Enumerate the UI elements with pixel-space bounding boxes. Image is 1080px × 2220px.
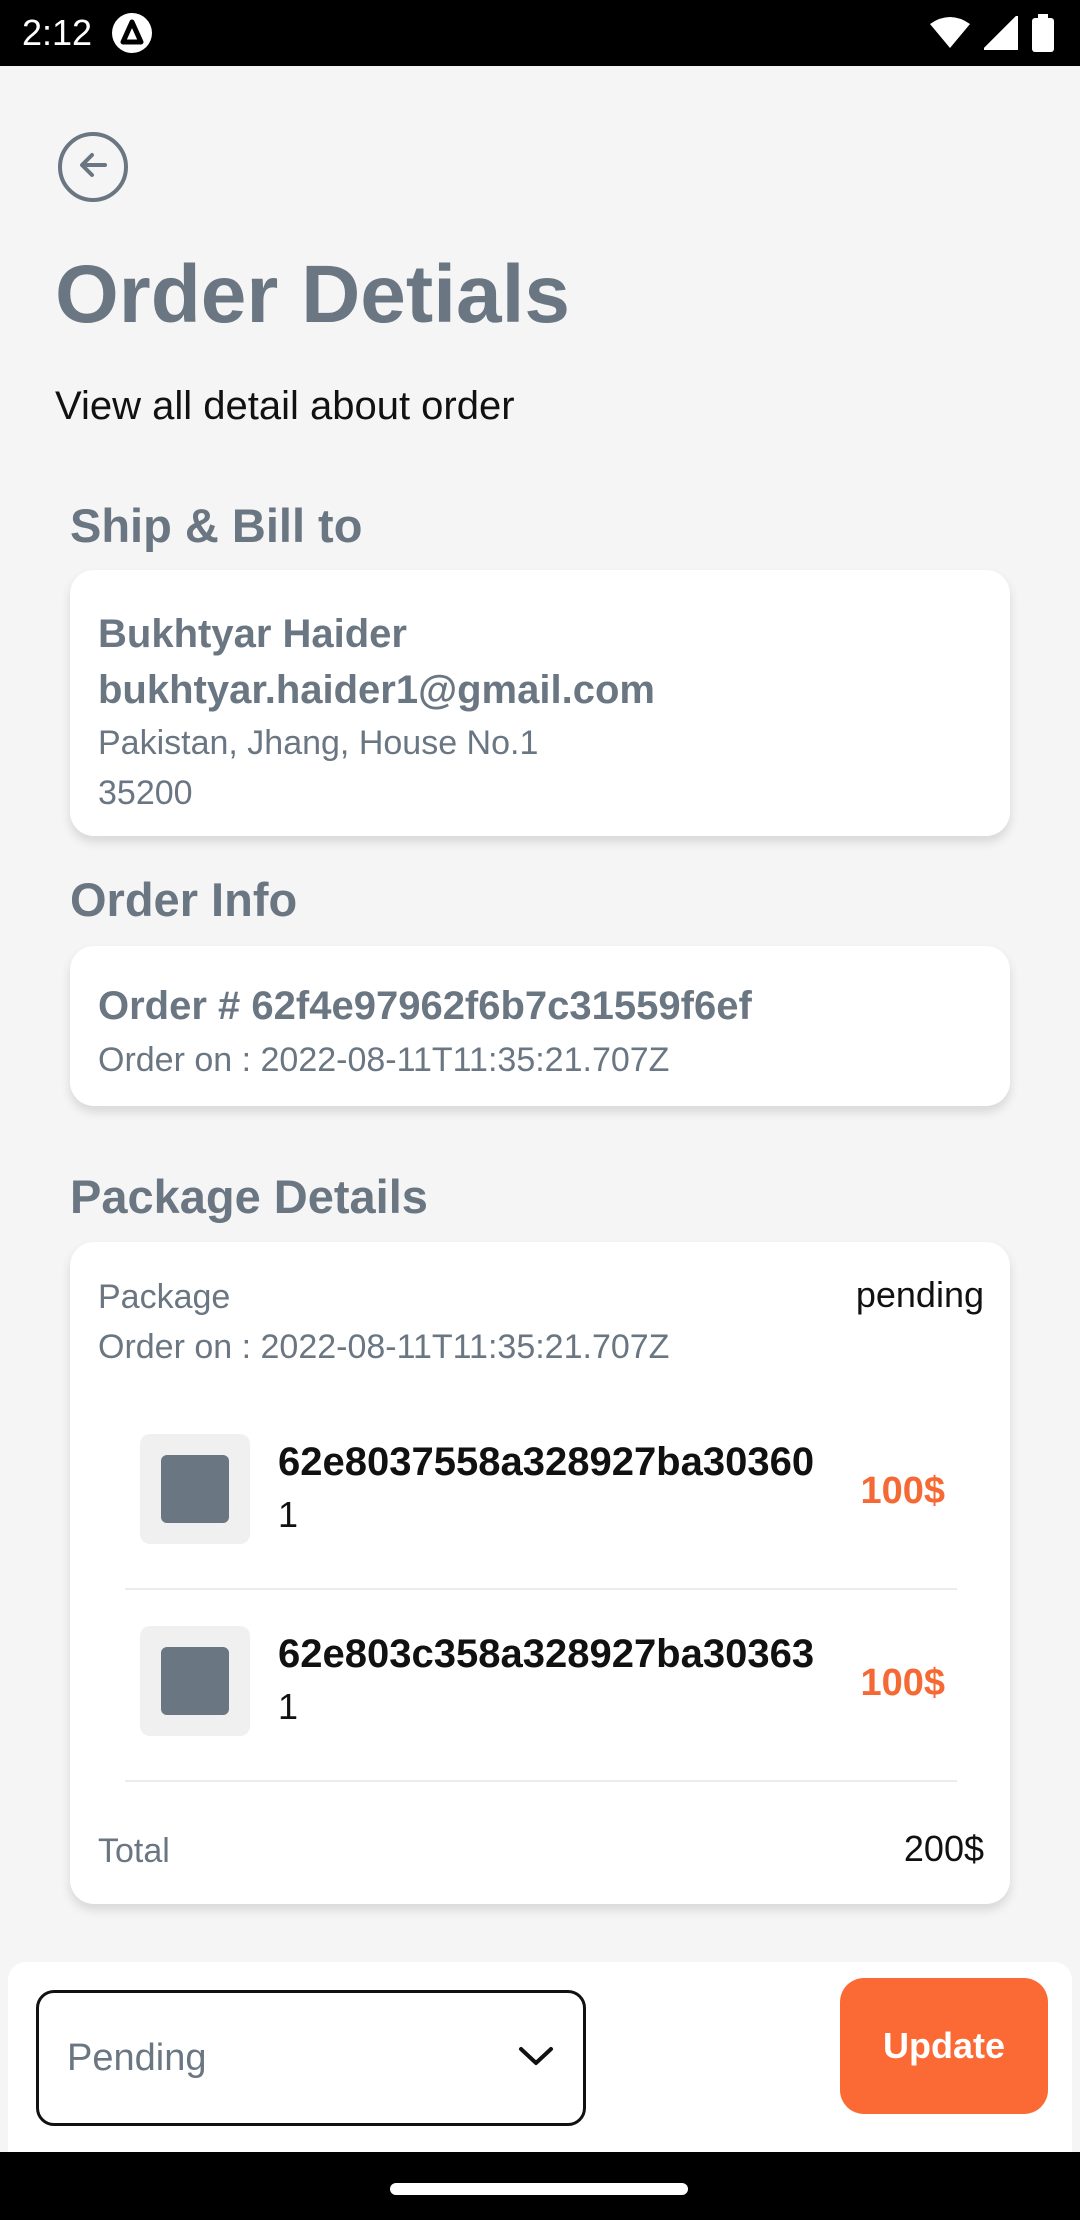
package-card: Package pending Order on : 2022-08-11T11… <box>70 1242 1010 1904</box>
signal-icon <box>981 13 1019 55</box>
page-subtitle: View all detail about order <box>55 384 515 428</box>
package-section-title: Package Details <box>70 1170 428 1223</box>
order-info-card: Order # 62f4e97962f6b7c31559f6ef Order o… <box>70 946 1010 1106</box>
item-quantity: 1 <box>278 1494 299 1535</box>
order-info-section-title: Order Info <box>70 873 298 926</box>
package-order-date: Order on : 2022-08-11T11:35:21.707Z <box>98 1328 670 1366</box>
home-gesture-handle[interactable] <box>390 2183 688 2195</box>
total-value: 200$ <box>903 1828 984 1869</box>
status-time: 2:12 <box>22 12 93 53</box>
status-dropdown[interactable]: Pending <box>36 1990 586 2126</box>
status-dropdown-value: Pending <box>67 2036 207 2079</box>
customer-postal-code: 35200 <box>98 774 193 812</box>
ship-bill-section-title: Ship & Bill to <box>70 499 363 552</box>
package-item[interactable]: 62e803c358a328927ba30363 1 100$ <box>125 1590 957 1782</box>
status-bar: 2:12 <box>0 0 1080 66</box>
total-label: Total <box>98 1832 170 1870</box>
bottom-action-bar: Pending Update <box>8 1962 1072 2152</box>
item-quantity: 1 <box>278 1686 299 1727</box>
item-price: 100$ <box>860 1470 945 1512</box>
item-price: 100$ <box>860 1662 945 1704</box>
app-notification-icon <box>112 13 152 53</box>
package-status: pending <box>855 1274 984 1315</box>
image-placeholder-icon <box>161 1647 229 1715</box>
chevron-down-icon <box>517 2044 555 2073</box>
customer-address: Pakistan, Jhang, House No.1 <box>98 724 539 762</box>
arrow-left-icon <box>73 145 113 190</box>
battery-icon <box>1032 14 1054 57</box>
item-thumbnail <box>140 1434 250 1544</box>
item-thumbnail <box>140 1626 250 1736</box>
update-button[interactable]: Update <box>840 1978 1048 2114</box>
item-id: 62e803c358a328927ba30363 <box>278 1632 815 1676</box>
order-id: Order # 62f4e97962f6b7c31559f6ef <box>98 984 752 1028</box>
back-button[interactable] <box>58 132 128 202</box>
package-label: Package <box>98 1278 231 1316</box>
item-id: 62e8037558a328927ba30360 <box>278 1440 815 1484</box>
order-date: Order on : 2022-08-11T11:35:21.707Z <box>98 1041 670 1079</box>
ship-bill-card: Bukhtyar Haider bukhtyar.haider1@gmail.c… <box>70 570 1010 836</box>
customer-name: Bukhtyar Haider <box>98 612 407 656</box>
image-placeholder-icon <box>161 1455 229 1523</box>
package-item[interactable]: 62e8037558a328927ba30360 1 100$ <box>125 1398 957 1590</box>
wifi-icon <box>930 16 970 55</box>
page-title: Order Detials <box>55 249 570 340</box>
customer-email: bukhtyar.haider1@gmail.com <box>98 668 655 712</box>
system-nav-bar <box>0 2152 1080 2220</box>
